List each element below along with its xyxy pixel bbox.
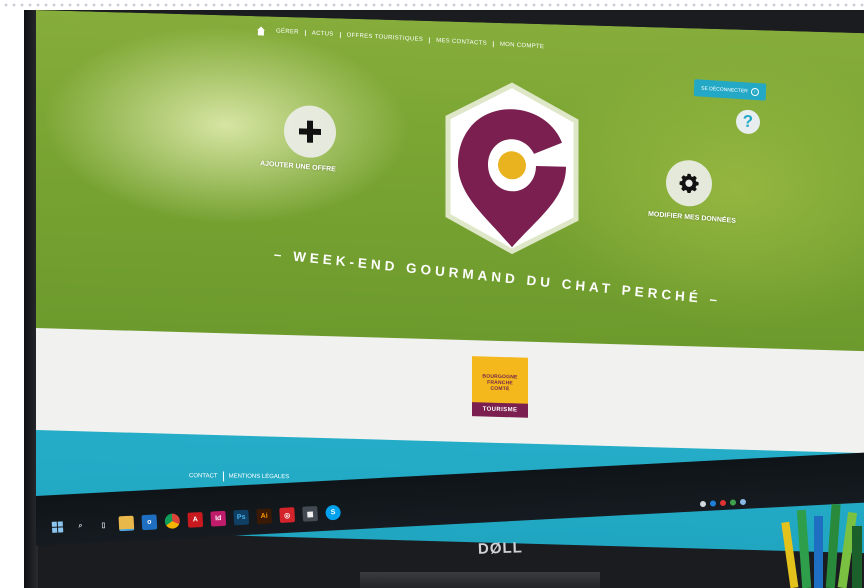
illustrator-icon[interactable]: Ai (256, 508, 273, 525)
file-explorer-icon[interactable] (118, 515, 135, 532)
search-icon[interactable]: ⌕ (73, 518, 89, 534)
windows-start-icon[interactable] (50, 519, 66, 535)
photoshop-icon[interactable]: Ps (233, 509, 250, 526)
cloud-icon[interactable] (739, 498, 747, 506)
monitor-brand-logo: DØLL (477, 539, 524, 558)
bluetooth-icon[interactable] (709, 500, 717, 507)
monitor-stand (360, 572, 600, 588)
network-icon[interactable] (699, 500, 707, 508)
nav-item-compte[interactable]: MON COMPTE (492, 41, 551, 51)
acrobat-icon[interactable]: A (187, 512, 204, 528)
logout-label: SE DÉCONNECTER (701, 85, 748, 95)
skype-icon[interactable]: S (325, 504, 341, 521)
outlook-icon[interactable]: o (141, 514, 158, 531)
edit-data-button[interactable] (666, 159, 712, 207)
pdf-tool-icon[interactable]: ◎ (279, 507, 296, 523)
nav-item-contacts[interactable]: MES CONTACTS (429, 37, 493, 48)
site-logo (432, 77, 592, 261)
pencil-cup-icon (781, 503, 862, 588)
chat-perche-logo-icon (445, 82, 579, 255)
partner-logo-line: COMTÉ (490, 385, 510, 393)
chrome-icon[interactable] (164, 513, 181, 529)
footer-link-contact[interactable]: CONTACT (184, 473, 223, 479)
task-view-icon[interactable]: ▯ (96, 517, 112, 533)
help-icon[interactable]: ? (736, 109, 760, 135)
calculator-icon[interactable]: ▦ (302, 505, 319, 522)
nav-item-gerer[interactable]: GÉRER (270, 28, 305, 36)
add-offer-button[interactable] (284, 104, 336, 159)
plus-icon (299, 120, 321, 143)
antivirus-icon[interactable] (719, 499, 727, 507)
arrow-right-icon: › (750, 87, 759, 96)
sync-icon[interactable] (729, 499, 737, 506)
footer-link-mentions[interactable]: MENTIONS LÉGALES (224, 474, 295, 481)
nav-item-actus[interactable]: ACTUS (304, 30, 340, 39)
nav-item-offres[interactable]: OFFRES TOURISTIQUES (339, 32, 430, 44)
partner-logo-tag: TOURISME (472, 402, 528, 418)
top-dotted-border (0, 0, 864, 10)
gear-icon (679, 173, 699, 194)
footer-links: CONTACT MENTIONS LÉGALES (184, 471, 294, 482)
home-icon[interactable] (256, 26, 266, 36)
indesign-icon[interactable]: Id (210, 510, 227, 527)
